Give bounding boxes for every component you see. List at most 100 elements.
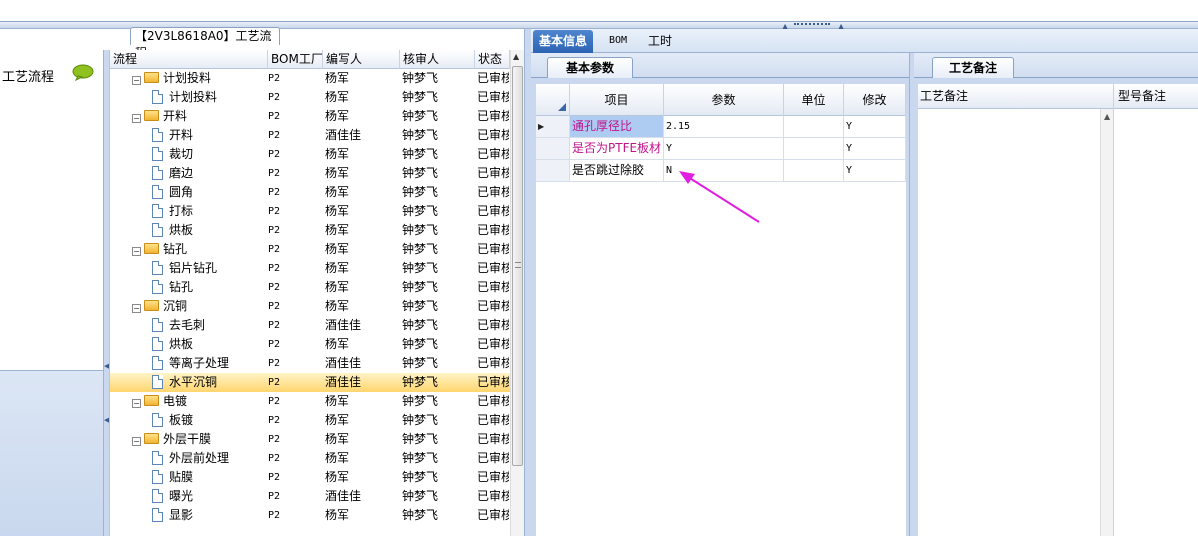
writer-cell[interactable]: 杨军	[325, 202, 395, 221]
bom-factory-cell[interactable]: P2	[268, 278, 320, 297]
checker-cell[interactable]: 钟梦飞	[402, 316, 472, 335]
state-cell[interactable]: 已审核	[477, 88, 509, 107]
writer-cell[interactable]: 酒佳佳	[325, 373, 395, 392]
center-splitter[interactable]	[524, 29, 531, 536]
column-header-checker[interactable]: 核审人	[400, 50, 475, 69]
column-header-state[interactable]: 状态	[475, 50, 510, 69]
notes-vertical-scrollbar[interactable]: ▲	[1100, 109, 1114, 536]
state-cell[interactable]: 已审核	[477, 335, 509, 354]
bom-factory-cell[interactable]: P2	[268, 202, 320, 221]
tree-row[interactable]: 铝片钻孔 P2 杨军钟梦飞已审核	[110, 259, 510, 278]
param-unit[interactable]	[784, 160, 844, 181]
tree-row[interactable]: 板镀 P2 杨军钟梦飞已审核	[110, 411, 510, 430]
tree-row[interactable]: 水平沉铜 P2 酒佳佳钟梦飞已审核	[110, 373, 510, 392]
param-item[interactable]: 是否跳过除胶	[570, 160, 664, 181]
tree-row[interactable]: 烘板 P2 杨军钟梦飞已审核	[110, 335, 510, 354]
column-header-unit[interactable]: 单位	[784, 84, 844, 116]
bom-factory-cell[interactable]: P2	[268, 297, 320, 316]
tree-node[interactable]: 裁切	[110, 145, 265, 164]
tree-node[interactable]: 开料	[110, 126, 265, 145]
param-modified[interactable]: Y	[844, 116, 906, 137]
tree-node[interactable]: − 开料	[110, 107, 265, 126]
param-item[interactable]: 是否为PTFE板材	[570, 138, 664, 159]
checker-cell[interactable]: 钟梦飞	[402, 411, 472, 430]
row-selector[interactable]	[536, 160, 570, 181]
bom-factory-cell[interactable]: P2	[268, 316, 320, 335]
checker-cell[interactable]: 钟梦飞	[402, 373, 472, 392]
state-cell[interactable]: 已审核	[477, 506, 509, 525]
state-cell[interactable]: 已审核	[477, 145, 509, 164]
bom-factory-cell[interactable]: P2	[268, 468, 320, 487]
writer-cell[interactable]: 杨军	[325, 278, 395, 297]
tree-node[interactable]: 显影	[110, 506, 265, 525]
state-cell[interactable]: 已审核	[477, 164, 509, 183]
tree-node[interactable]: 磨边	[110, 164, 265, 183]
state-cell[interactable]: 已审核	[477, 107, 509, 126]
tree-row[interactable]: 等离子处理 P2 酒佳佳钟梦飞已审核	[110, 354, 510, 373]
checker-cell[interactable]: 钟梦飞	[402, 354, 472, 373]
tree-vertical-scrollbar[interactable]: ▲	[510, 50, 524, 536]
tree-row[interactable]: 计划投料 P2 杨军钟梦飞已审核	[110, 88, 510, 107]
collapse-node-icon[interactable]: −	[132, 437, 141, 446]
tab-basic-info[interactable]: 基本信息	[533, 30, 594, 53]
checker-cell[interactable]: 钟梦飞	[402, 145, 472, 164]
writer-cell[interactable]: 杨军	[325, 259, 395, 278]
tree-node[interactable]: 贴膜	[110, 468, 265, 487]
checker-cell[interactable]: 钟梦飞	[402, 297, 472, 316]
tree-row[interactable]: 烘板 P2 杨军钟梦飞已审核	[110, 221, 510, 240]
params-grid[interactable]: 项目 参数 单位 修改 ▶ 通孔厚径比 2.15 Y 是否为PTFE板材 Y Y…	[536, 84, 906, 536]
checker-cell[interactable]: 钟梦飞	[402, 487, 472, 506]
tree-node[interactable]: 铝片钻孔	[110, 259, 265, 278]
tree-row[interactable]: − 计划投料 P2 杨军钟梦飞已审核	[110, 69, 510, 88]
row-selector[interactable]	[536, 138, 570, 159]
column-header-value[interactable]: 参数	[664, 84, 784, 116]
bom-factory-cell[interactable]: P2	[268, 430, 320, 449]
writer-cell[interactable]: 杨军	[325, 297, 395, 316]
checker-cell[interactable]: 钟梦飞	[402, 278, 472, 297]
bom-factory-cell[interactable]: P2	[268, 259, 320, 278]
checker-cell[interactable]: 钟梦飞	[402, 69, 472, 88]
bom-factory-cell[interactable]: P2	[268, 164, 320, 183]
state-cell[interactable]: 已审核	[477, 373, 509, 392]
bom-factory-cell[interactable]: P2	[268, 354, 320, 373]
bom-factory-cell[interactable]: P2	[268, 69, 320, 88]
tab-basic-params[interactable]: 基本参数	[547, 57, 633, 78]
state-cell[interactable]: 已审核	[477, 278, 509, 297]
writer-cell[interactable]: 杨军	[325, 240, 395, 259]
writer-cell[interactable]: 杨军	[325, 183, 395, 202]
state-cell[interactable]: 已审核	[477, 468, 509, 487]
checker-cell[interactable]: 钟梦飞	[402, 449, 472, 468]
tree-node[interactable]: 板镀	[110, 411, 265, 430]
tree-node[interactable]: − 沉铜	[110, 297, 265, 316]
scroll-up-icon[interactable]: ▲	[1104, 112, 1110, 121]
checker-cell[interactable]: 钟梦飞	[402, 506, 472, 525]
collapse-node-icon[interactable]: −	[132, 399, 141, 408]
checker-cell[interactable]: 钟梦飞	[402, 126, 472, 145]
checker-cell[interactable]: 钟梦飞	[402, 335, 472, 354]
checker-cell[interactable]: 钟梦飞	[402, 240, 472, 259]
tree-row[interactable]: 磨边 P2 杨军钟梦飞已审核	[110, 164, 510, 183]
state-cell[interactable]: 已审核	[477, 221, 509, 240]
bom-factory-cell[interactable]: P2	[268, 373, 320, 392]
tree-node[interactable]: 曝光	[110, 487, 265, 506]
tree-row[interactable]: 贴膜 P2 杨军钟梦飞已审核	[110, 468, 510, 487]
bom-factory-cell[interactable]: P2	[268, 487, 320, 506]
tree-node[interactable]: − 电镀	[110, 392, 265, 411]
state-cell[interactable]: 已审核	[477, 392, 509, 411]
tree-row[interactable]: 裁切 P2 杨军钟梦飞已审核	[110, 145, 510, 164]
tree-node[interactable]: 钻孔	[110, 278, 265, 297]
param-value[interactable]: 2.15	[664, 116, 784, 137]
column-header-modified[interactable]: 修改	[844, 84, 906, 116]
checker-cell[interactable]: 钟梦飞	[402, 221, 472, 240]
column-header-writer[interactable]: 编写人	[323, 50, 400, 69]
tree-row[interactable]: 外层前处理 P2 杨军钟梦飞已审核	[110, 449, 510, 468]
notes-grid[interactable]: 工艺备注 型号备注 ▲	[918, 84, 1198, 536]
writer-cell[interactable]: 杨军	[325, 221, 395, 240]
column-header-bom-factory[interactable]: BOM工厂	[268, 50, 323, 69]
checker-cell[interactable]: 钟梦飞	[402, 164, 472, 183]
tree-row[interactable]: − 钻孔 P2 杨军钟梦飞已审核	[110, 240, 510, 259]
bom-factory-cell[interactable]: P2	[268, 145, 320, 164]
collapse-node-icon[interactable]: −	[132, 76, 141, 85]
state-cell[interactable]: 已审核	[477, 316, 509, 335]
column-header-model-note[interactable]: 型号备注	[1116, 84, 1198, 109]
